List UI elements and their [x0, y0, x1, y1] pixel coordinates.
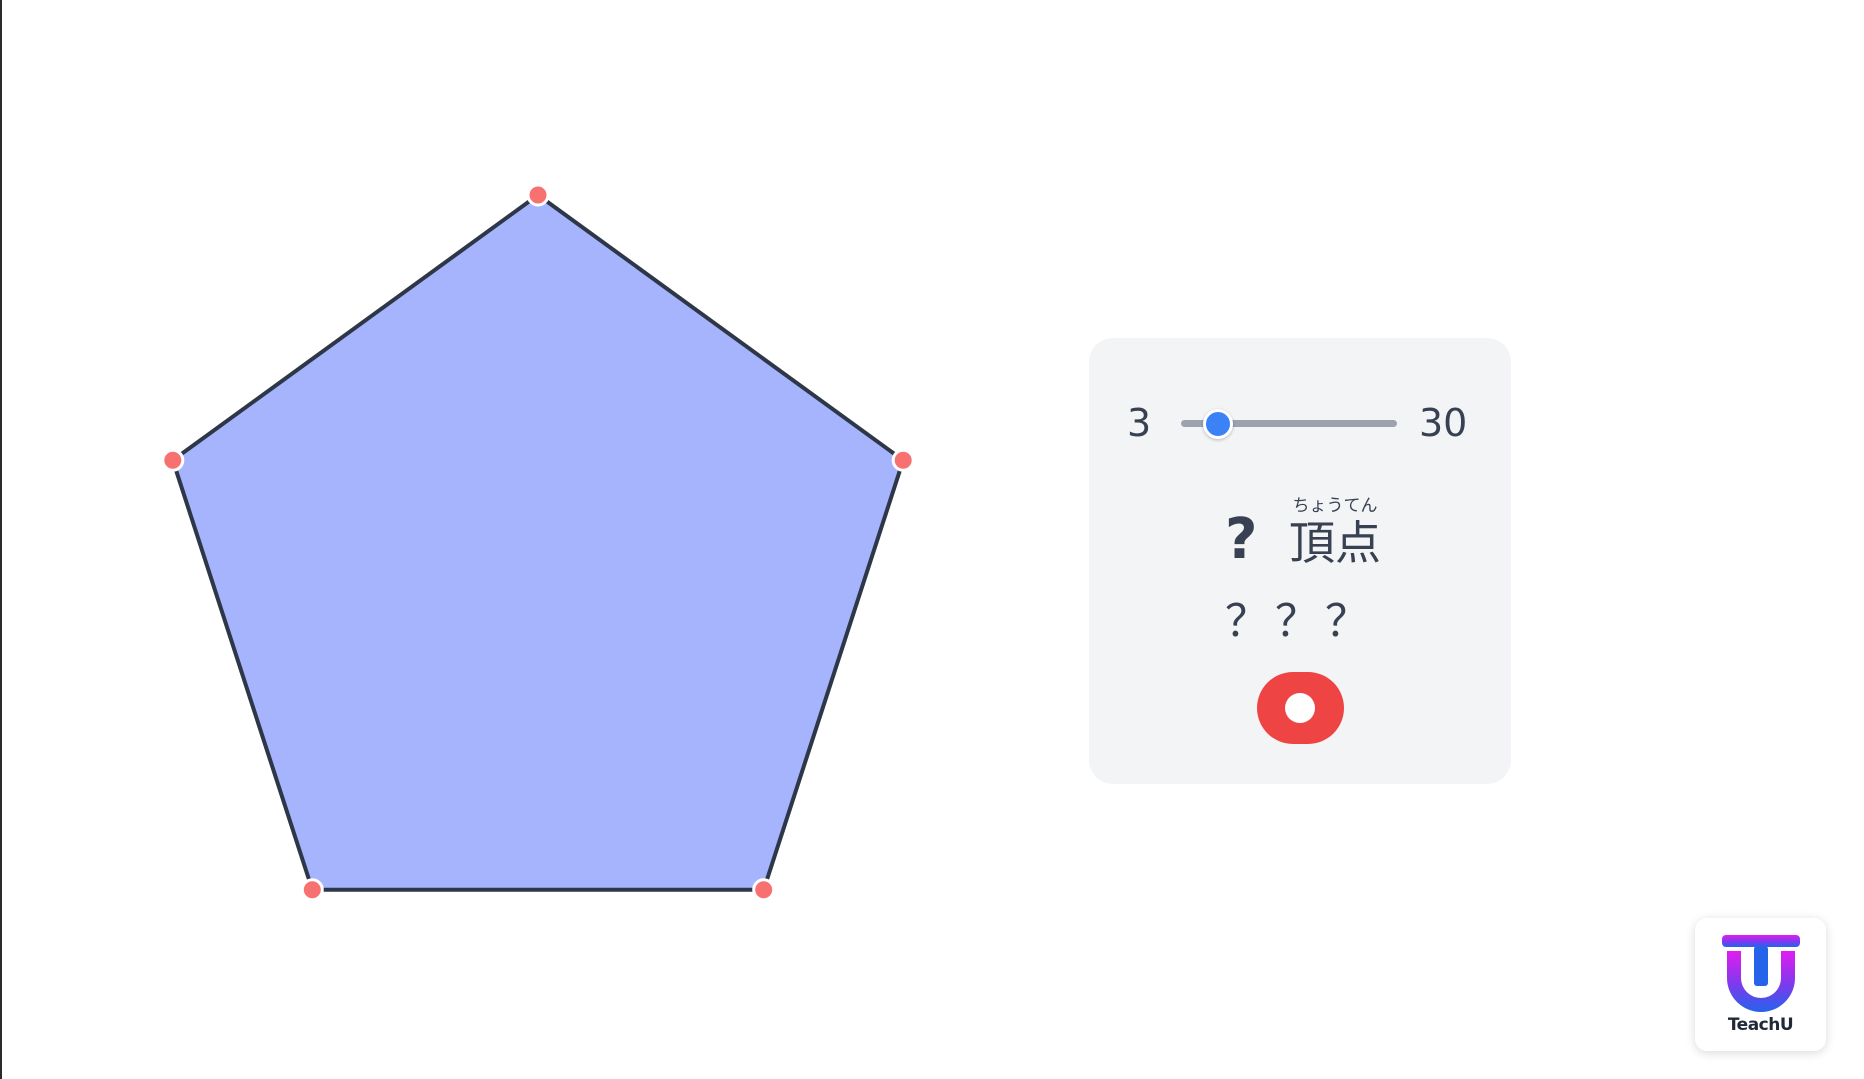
vertex-count: ?	[1225, 507, 1258, 572]
polygon-shape	[170, 193, 906, 892]
teachu-logo-icon	[1722, 935, 1800, 1012]
vertex-handle-5[interactable]	[161, 448, 185, 472]
polygon-canvas	[161, 183, 915, 902]
vertex-count-row: ? ちょうてん 頂点	[1089, 496, 1511, 576]
slider-max-label: 30	[1419, 401, 1468, 445]
control-panel: 3 30 ? ちょうてん 頂点 ？？？	[1089, 338, 1511, 784]
app-page: 3 30 ? ちょうてん 頂点 ？？？ TeachU	[0, 0, 1864, 1079]
sides-slider-row: 3 30	[1089, 398, 1511, 448]
reveal-button[interactable]	[1257, 672, 1344, 744]
vertex-word: ちょうてん 頂点	[1285, 496, 1385, 570]
vertex-kanji: 頂点	[1289, 516, 1381, 570]
record-dot-icon	[1285, 693, 1315, 723]
vertex-ruby: ちょうてん	[1292, 496, 1378, 516]
vertex-handle-4[interactable]	[300, 878, 324, 902]
vertex-handle-2[interactable]	[891, 448, 915, 472]
vertex-handle-1[interactable]	[526, 183, 550, 207]
shape-name: ？？？	[1225, 596, 1375, 647]
sides-slider-thumb[interactable]	[1202, 409, 1233, 439]
logo-text: TeachU	[1727, 1015, 1794, 1035]
slider-min-label: 3	[1127, 401, 1152, 445]
sides-slider[interactable]	[1181, 409, 1397, 439]
vertex-handle-3[interactable]	[752, 878, 776, 902]
teachu-logo: TeachU	[1695, 918, 1826, 1051]
